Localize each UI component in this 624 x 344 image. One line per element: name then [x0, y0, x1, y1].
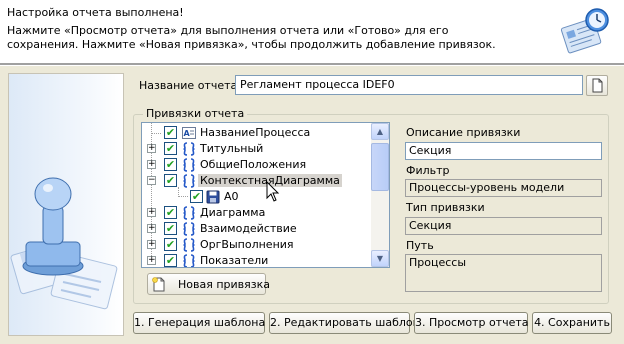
tree-item[interactable]: ✔ A НазваниеПроцесса	[142, 125, 372, 141]
filter-label: Фильтр	[406, 164, 450, 177]
tree-item[interactable]: + ✔ Титульный	[142, 141, 372, 157]
scroll-down-icon[interactable]: ▼	[371, 250, 389, 267]
scroll-up-icon[interactable]: ▲	[371, 123, 389, 140]
path-field: Процессы	[405, 254, 602, 292]
tree-item-label: ОргВыполнения	[200, 238, 294, 251]
tree-item-checkbox[interactable]: ✔	[164, 174, 177, 187]
svg-text:A: A	[184, 129, 191, 138]
expand-toggle[interactable]: +	[147, 208, 156, 217]
tree-item-label: Диаграмма	[200, 206, 266, 219]
header-text-line2: сохранения. Нажмите «Новая привязка», чт…	[7, 38, 496, 51]
tree-item-label: Показатели	[200, 254, 269, 267]
expand-toggle[interactable]: +	[147, 144, 156, 153]
preview-report-button[interactable]: 3. Просмотр отчета	[414, 312, 529, 334]
filter-field: Процессы-уровень модели	[405, 179, 602, 197]
save-button[interactable]: 4. Сохранить	[532, 312, 612, 334]
section-icon	[183, 222, 195, 236]
section-icon	[183, 142, 195, 156]
tree-item[interactable]: + ✔ ОргВыполнения	[142, 237, 372, 253]
report-name-field[interactable]: Регламент процесса IDEF0	[235, 75, 583, 95]
description-label: Описание привязки	[406, 126, 521, 139]
tree-item-checkbox[interactable]: ✔	[164, 126, 177, 139]
tree-item-checkbox[interactable]: ✔	[164, 206, 177, 219]
header-text-line1: Нажмите «Просмотр отчета» для выполнения…	[7, 24, 449, 37]
tree-item-selected[interactable]: − ✔ КонтекстнаяДиаграмма	[142, 173, 372, 189]
scroll-thumb[interactable]	[371, 143, 389, 191]
tree-item[interactable]: + ✔ ОбщиеПоложения	[142, 157, 372, 173]
path-label: Путь	[406, 239, 434, 252]
binding-type-field: Секция	[405, 217, 602, 235]
header-divider	[0, 64, 624, 66]
tree-item-label: Титульный	[200, 142, 264, 155]
new-binding-button[interactable]: Новая привязка	[147, 273, 270, 295]
tree-item[interactable]: + ✔ Взаимодействие	[142, 221, 372, 237]
tree-item-checkbox[interactable]: ✔	[164, 142, 177, 155]
new-document-icon	[152, 277, 165, 292]
section-icon	[183, 206, 195, 220]
tree-item-label: НазваниеПроцесса	[200, 126, 311, 139]
tree-item-child[interactable]: ✔ A0	[142, 189, 372, 205]
tree-item[interactable]: + ✔ Диаграмма	[142, 205, 372, 221]
tree-item-checkbox[interactable]: ✔	[164, 254, 177, 267]
expand-toggle[interactable]: +	[147, 256, 156, 265]
bindings-group-label: Привязки отчета	[143, 107, 248, 120]
tree-item[interactable]: + ✔ Показатели	[142, 253, 372, 267]
report-name-label: Название отчета:	[139, 79, 241, 92]
tree-item-label: A0	[224, 190, 239, 203]
side-illustration	[8, 73, 124, 336]
generate-template-button[interactable]: 1. Генерация шаблона	[133, 312, 265, 334]
section-icon	[183, 158, 195, 172]
report-clock-icon	[560, 8, 609, 54]
section-icon	[183, 238, 195, 252]
description-field[interactable]: Секция	[405, 142, 602, 160]
edit-template-button[interactable]: 2. Редактировать шаблон	[269, 312, 420, 334]
tree-scrollbar[interactable]: ▲ ▼	[371, 123, 389, 267]
tree-item-checkbox[interactable]: ✔	[164, 222, 177, 235]
expand-toggle[interactable]: +	[147, 224, 156, 233]
document-icon	[592, 78, 603, 93]
section-icon	[183, 254, 195, 267]
save-icon	[206, 190, 220, 204]
browse-template-button[interactable]	[586, 75, 608, 96]
binding-type-label: Тип привязки	[406, 201, 485, 214]
expand-toggle[interactable]: +	[147, 240, 156, 249]
tree-item-checkbox[interactable]: ✔	[190, 190, 203, 203]
tree-item-label: Взаимодействие	[200, 222, 297, 235]
stamp-illustration-icon	[10, 177, 118, 310]
text-field-icon: A	[182, 127, 196, 139]
collapse-toggle[interactable]: −	[147, 176, 156, 185]
bindings-tree[interactable]: ✔ A НазваниеПроцесса + ✔ Титульный + ✔ О…	[141, 122, 390, 268]
new-binding-label: Новая привязка	[178, 278, 270, 291]
tree-item-label: ОбщиеПоложения	[200, 158, 307, 171]
tree-item-checkbox[interactable]: ✔	[164, 158, 177, 171]
expand-toggle[interactable]: +	[147, 160, 156, 169]
tree-item-checkbox[interactable]: ✔	[164, 238, 177, 251]
mouse-cursor-icon	[266, 181, 280, 202]
section-icon	[183, 174, 195, 188]
header-title: Настройка отчета выполнена!	[7, 6, 184, 19]
header-banner: Настройка отчета выполнена! Нажмите «Про…	[0, 0, 624, 64]
